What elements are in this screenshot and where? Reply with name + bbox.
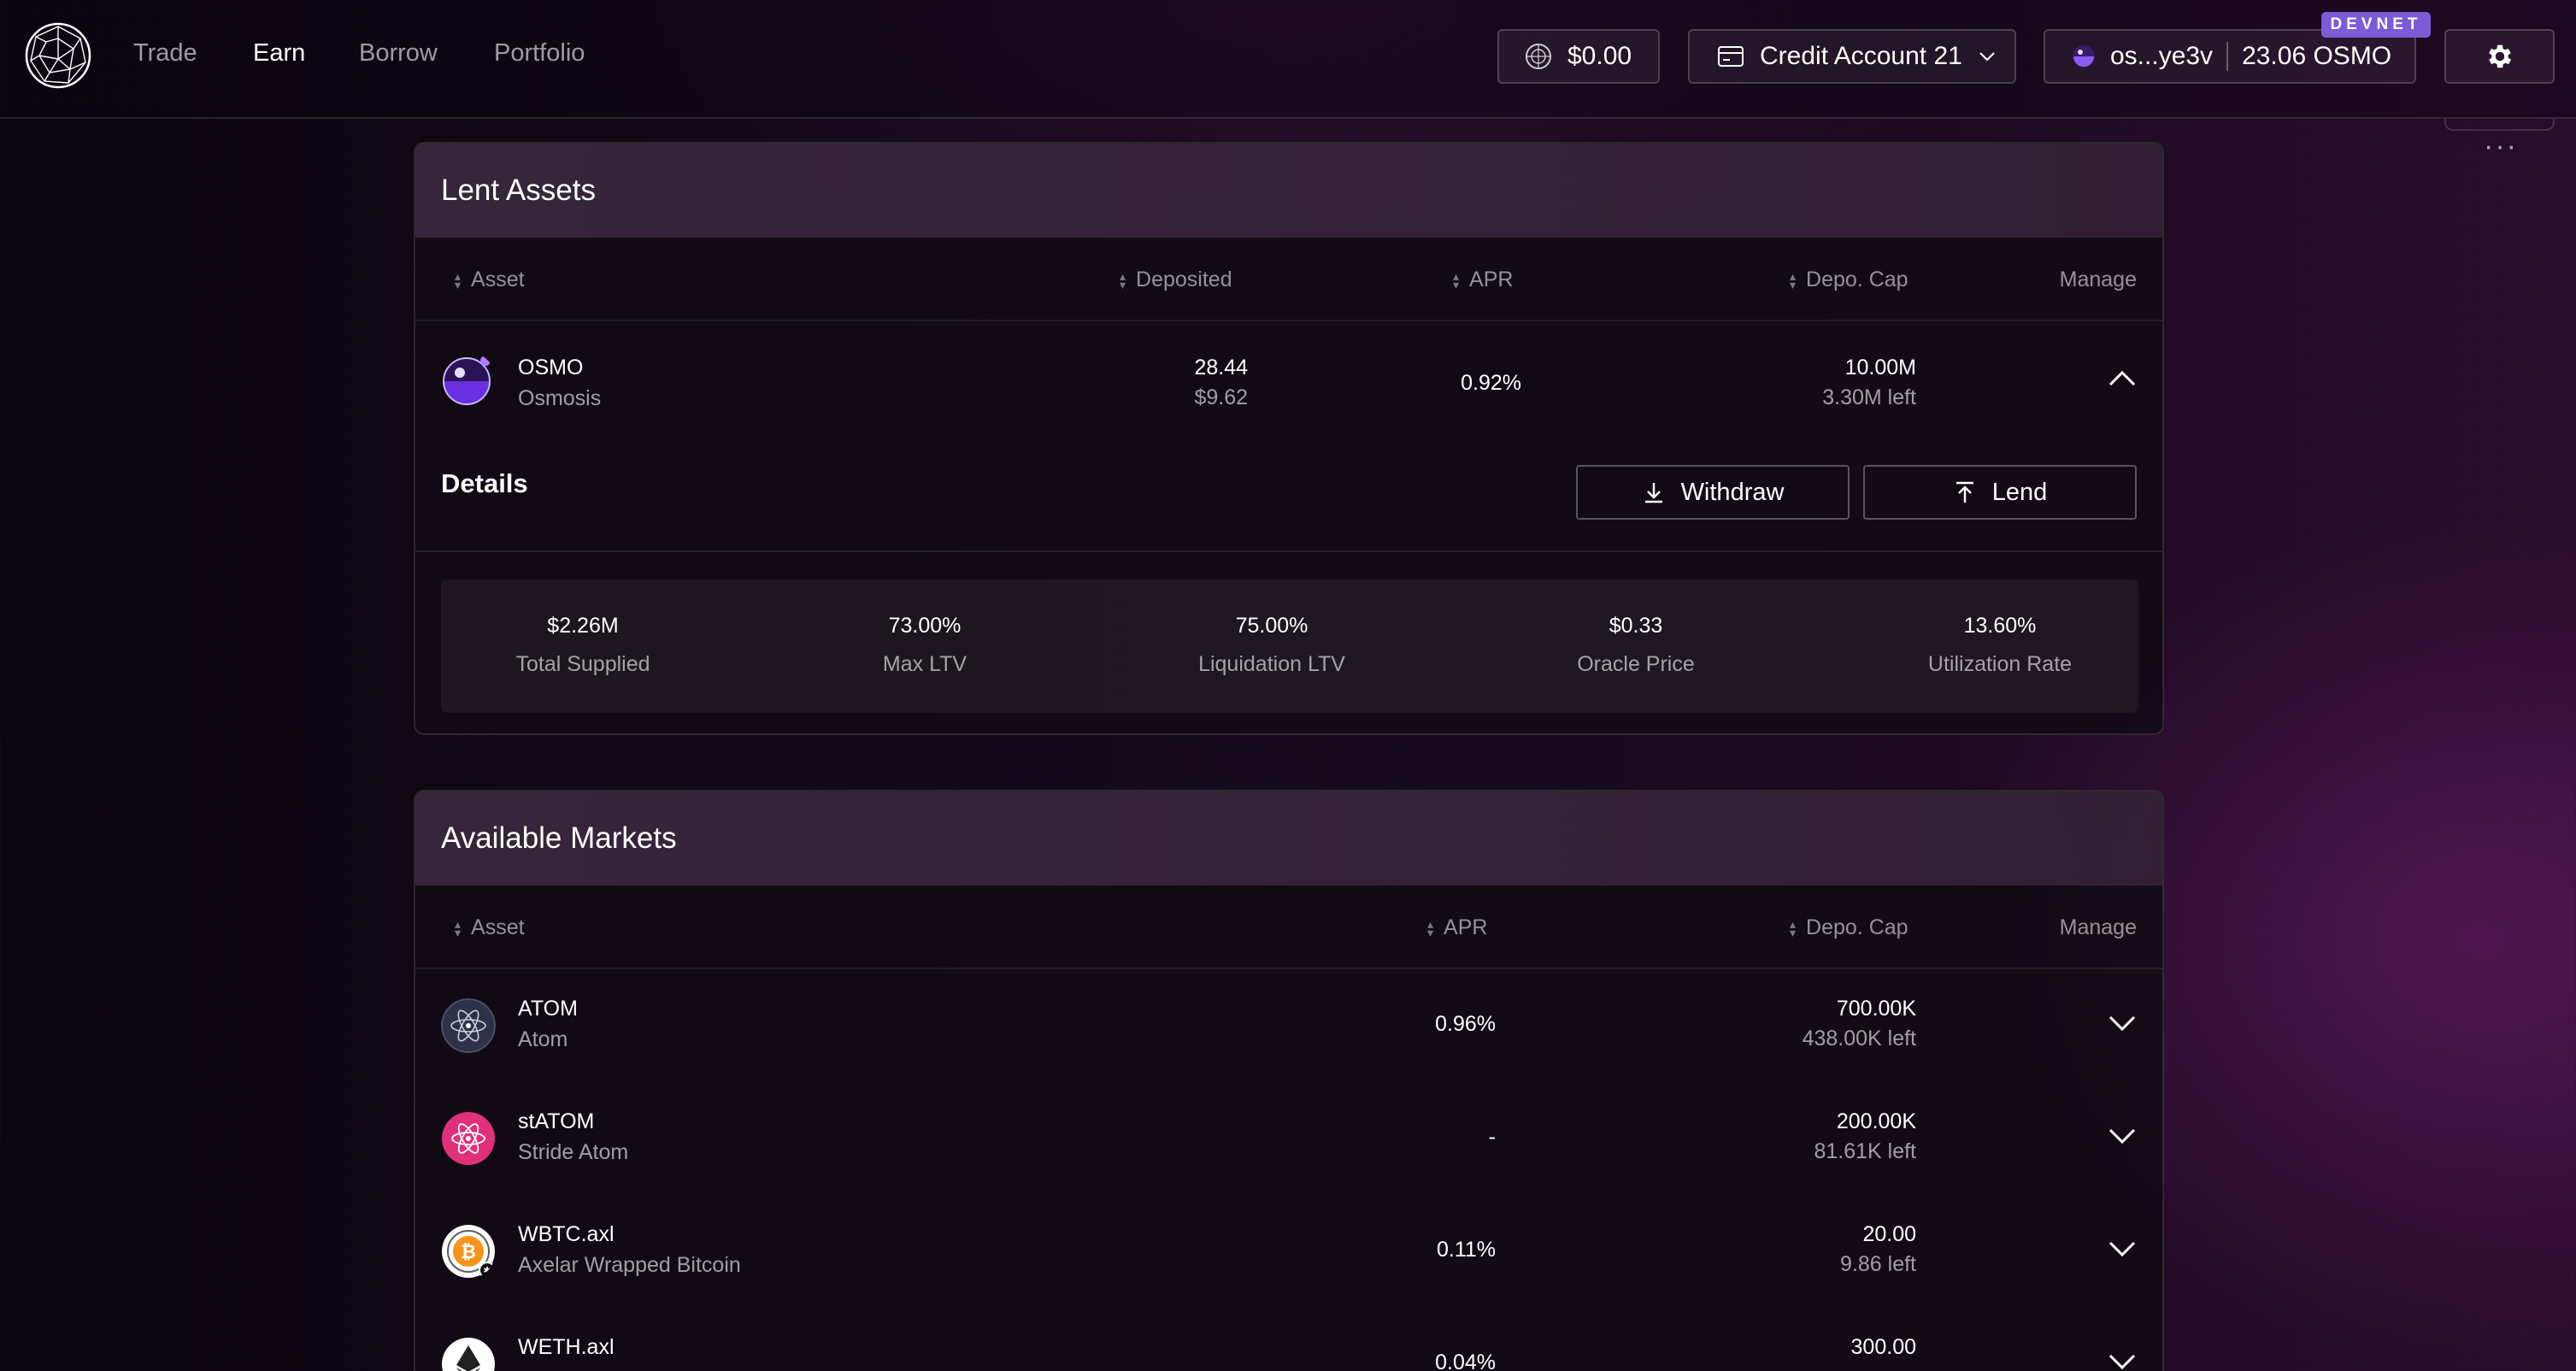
wallet-address: os...ye3v xyxy=(2110,42,2214,70)
apr-value: 0.04% xyxy=(1435,1350,1496,1371)
sort-icon: ▴ ▾ xyxy=(455,916,462,939)
settings-dropdown-edge xyxy=(2444,119,2555,131)
stat-total-supplied: $2.26M Total Supplied xyxy=(515,614,650,676)
sort-icon: ▴ ▾ xyxy=(1427,916,1434,939)
sort-icon: ▴ ▾ xyxy=(1453,268,1460,291)
nav-trade[interactable]: Trade xyxy=(133,39,197,68)
chevron-down-icon[interactable] xyxy=(2108,1347,2137,1371)
more-options-icon[interactable]: ··· xyxy=(2484,130,2518,163)
stat-oracle-price: $0.33 Oracle Price xyxy=(1577,614,1695,676)
asset-symbol: WETH.axl xyxy=(518,1335,615,1359)
asset-symbol: ATOM xyxy=(518,997,578,1021)
depo-cap: 300.00 xyxy=(1850,1335,1916,1359)
wbtc-token-icon: ₿ ✱ xyxy=(442,1225,496,1279)
asset-symbol: WBTC.axl xyxy=(518,1222,615,1246)
nav-portfolio[interactable]: Portfolio xyxy=(494,39,585,68)
details-panel: $2.26M Total Supplied 73.00% Max LTV 75.… xyxy=(415,552,2162,733)
lent-assets-card: Lent Assets ▴ ▾ Asset ▴ ▾ Deposited ▴ ▾ APR… xyxy=(414,142,2164,735)
stat-utilization-rate: 13.60% Utilization Rate xyxy=(1927,614,2073,676)
wallet-divider xyxy=(2226,42,2229,71)
chevron-down-icon xyxy=(1979,52,1995,62)
gear-icon xyxy=(2488,44,2511,68)
stat-liquidation-ltv: 75.00% Liquidation LTV xyxy=(1198,614,1345,676)
col-asset[interactable]: ▴ ▾ Asset xyxy=(455,268,525,292)
depo-cap: 700.00K 438.00K left xyxy=(1802,997,1916,1050)
withdraw-button[interactable]: Withdraw xyxy=(1576,465,1850,520)
download-icon xyxy=(1644,483,1662,503)
stats-box: $2.26M Total Supplied 73.00% Max LTV 75.… xyxy=(441,580,2138,713)
asset-name: Stride Atom xyxy=(518,1140,629,1164)
credit-account-label: Credit Account 21 xyxy=(1760,42,1962,70)
col-manage: Manage xyxy=(2059,915,2137,939)
sort-icon: ▴ ▾ xyxy=(1120,268,1126,291)
asset-name: Osmosis xyxy=(518,386,602,410)
stat-max-ltv: 73.00% Max LTV xyxy=(882,614,967,676)
sort-icon: ▴ ▾ xyxy=(1790,268,1797,291)
col-asset[interactable]: ▴ ▾ Asset xyxy=(455,915,525,940)
balance-value: $0.00 xyxy=(1567,42,1632,70)
nav-earn[interactable]: Earn xyxy=(253,39,305,68)
mars-token-icon xyxy=(1526,44,1551,69)
col-depo-cap[interactable]: ▴ ▾ Depo. Cap xyxy=(1790,268,1908,292)
available-markets-title: Available Markets xyxy=(415,791,2162,886)
lend-button[interactable]: Lend xyxy=(1863,465,2137,520)
osmo-token-icon xyxy=(443,356,491,405)
chevron-up-icon[interactable] xyxy=(2108,364,2137,393)
asset-symbol: OSMO xyxy=(518,356,584,380)
asset-name: Atom xyxy=(518,1027,568,1051)
deposited-amount: 28.44 $9.62 xyxy=(1194,356,1248,409)
col-deposited[interactable]: ▴ ▾ Deposited xyxy=(1120,268,1232,292)
col-apr[interactable]: ▴ ▾ APR xyxy=(1453,268,1513,292)
apr-value: 0.11% xyxy=(1436,1238,1496,1262)
nav-borrow[interactable]: Borrow xyxy=(359,39,438,68)
lent-assets-title: Lent Assets xyxy=(415,144,2162,238)
statom-token-icon xyxy=(442,1112,495,1165)
chevron-down-icon[interactable] xyxy=(2108,1009,2137,1038)
details-title: Details xyxy=(441,468,528,498)
chevron-down-icon[interactable] xyxy=(2108,1234,2137,1263)
available-markets-card: Available Markets ▴ ▾ Asset ▴ ▾ APR ▴ ▾ Dep… xyxy=(414,790,2164,1371)
details-bar: Details Withdraw Lend xyxy=(415,434,2162,552)
credit-card-icon xyxy=(1718,46,1744,67)
apr-value: 0.96% xyxy=(1435,1012,1496,1036)
osmo-token-icon xyxy=(2073,45,2095,68)
col-apr[interactable]: ▴ ▾ APR xyxy=(1427,915,1487,940)
mars-logo-icon[interactable] xyxy=(24,21,92,90)
svg-text:✱: ✱ xyxy=(483,1265,491,1276)
table-row[interactable]: OSMO Osmosis 28.44 $9.62 0.92% 10.00M 3.… xyxy=(415,321,2162,434)
table-row[interactable]: ATOM Atom 0.96% 700.00K 438.00K left xyxy=(415,969,2162,1082)
asset-symbol: stATOM xyxy=(518,1109,595,1133)
sort-icon: ▴ ▾ xyxy=(1790,916,1797,939)
credit-account-select[interactable]: Credit Account 21 xyxy=(1688,29,2016,84)
upload-icon xyxy=(1956,481,1973,503)
table-row[interactable]: WETH.axl 0.04% 300.00 xyxy=(415,1308,2162,1371)
depo-cap: 20.00 9.86 left xyxy=(1840,1222,1916,1276)
markets-table-header: ▴ ▾ Asset ▴ ▾ APR ▴ ▾ Depo. Cap Manage xyxy=(415,886,2162,969)
chevron-down-icon[interactable] xyxy=(2108,1121,2137,1150)
apr-value: - xyxy=(1488,1125,1496,1149)
svg-text:₿: ₿ xyxy=(461,1242,476,1263)
balance-button[interactable]: $0.00 xyxy=(1497,29,1660,84)
wallet-balance: 23.06 OSMO xyxy=(2242,42,2392,70)
atom-token-icon xyxy=(441,998,496,1053)
sort-icon: ▴ ▾ xyxy=(455,268,462,291)
asset-name: Axelar Wrapped Bitcoin xyxy=(518,1253,741,1277)
depo-cap: 200.00K 81.61K left xyxy=(1814,1109,1916,1163)
lent-table-header: ▴ ▾ Asset ▴ ▾ Deposited ▴ ▾ APR ▴ ▾ Depo. Ca… xyxy=(415,238,2162,321)
table-row[interactable]: stATOM Stride Atom - 200.00K 81.61K left xyxy=(415,1082,2162,1195)
apr-value: 0.92% xyxy=(1461,371,1521,395)
weth-token-icon xyxy=(442,1338,495,1371)
col-depo-cap[interactable]: ▴ ▾ Depo. Cap xyxy=(1790,915,1908,940)
depo-cap: 10.00M 3.30M left xyxy=(1822,356,1916,409)
table-row[interactable]: ₿ ✱ WBTC.axl Axelar Wrapped Bitcoin 0.11… xyxy=(415,1195,2162,1308)
top-header: Trade Earn Borrow Portfolio $0.00 Credit… xyxy=(0,0,2576,119)
devnet-badge: DEVNET xyxy=(2321,12,2431,38)
col-manage: Manage xyxy=(2059,268,2137,291)
settings-button[interactable] xyxy=(2444,29,2555,84)
